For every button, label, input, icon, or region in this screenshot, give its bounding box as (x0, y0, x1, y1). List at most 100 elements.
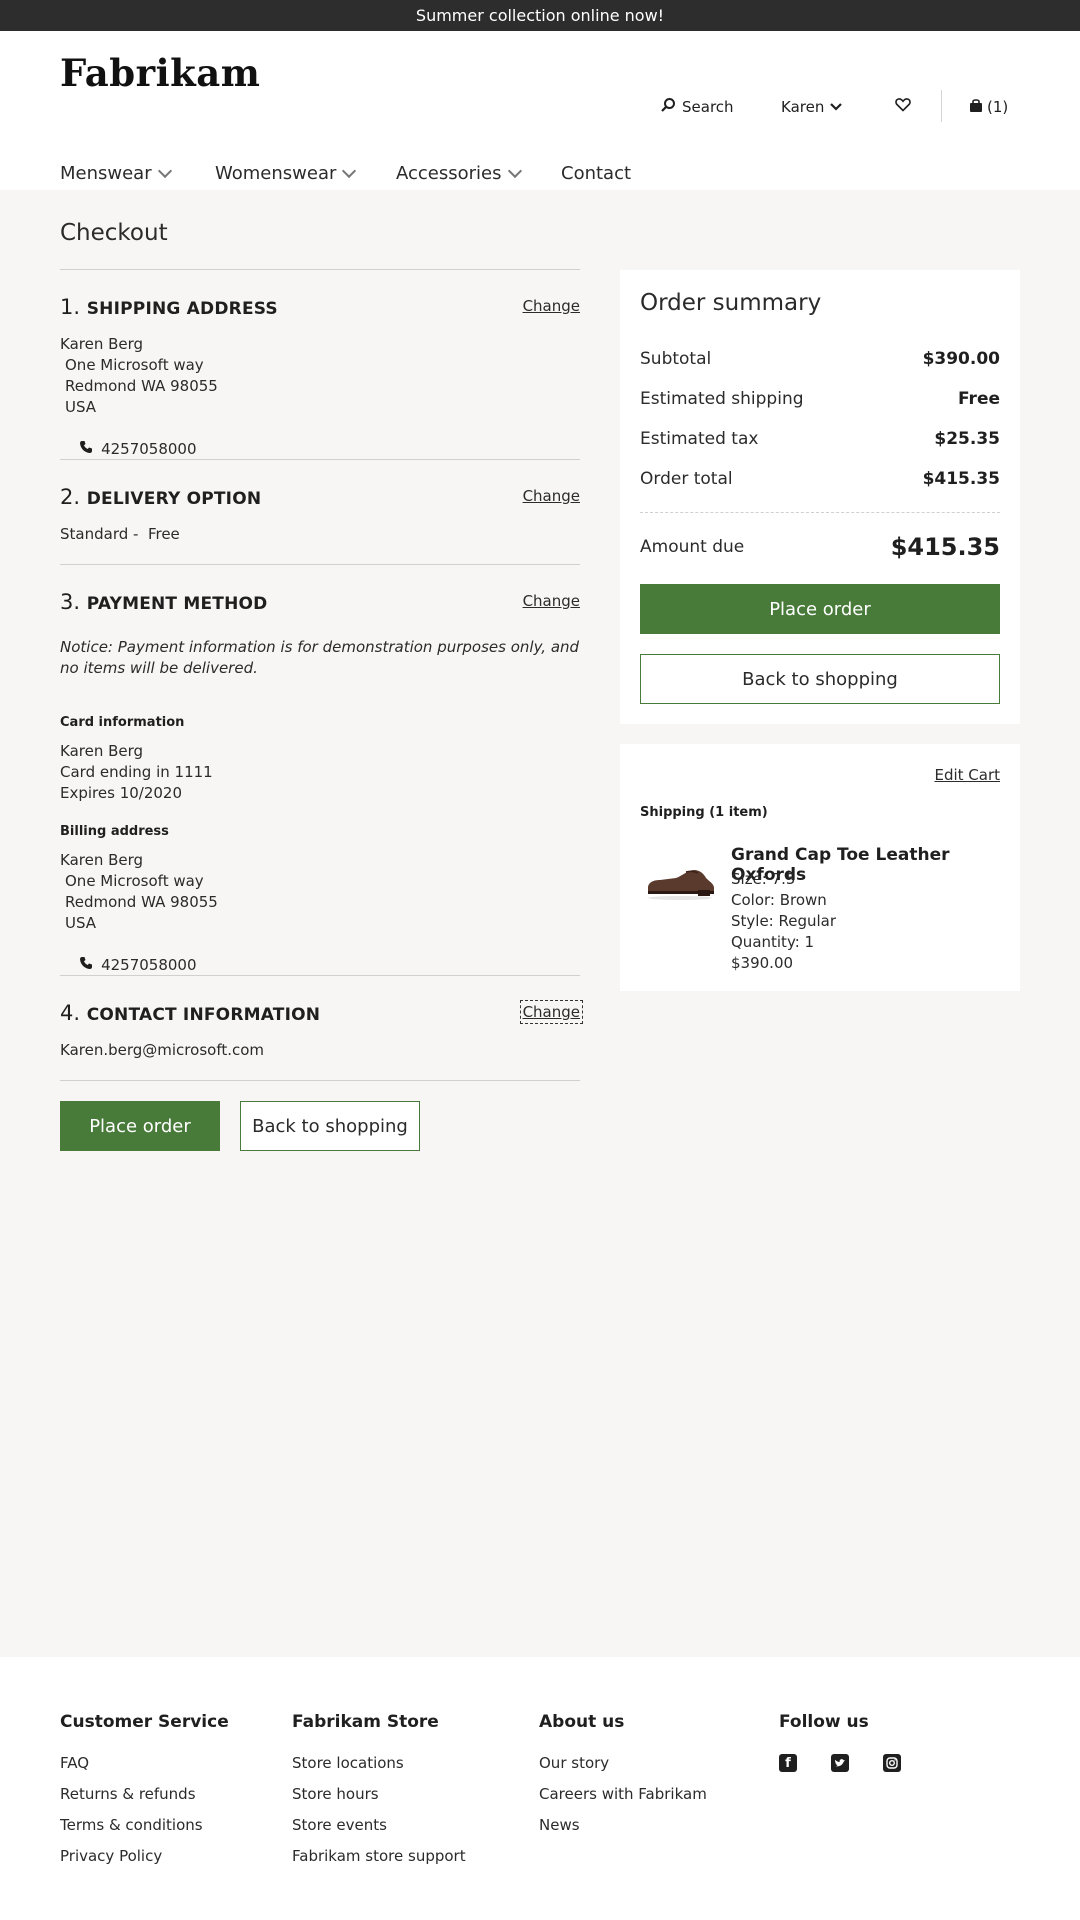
nav-item-label: Womenswear (215, 163, 337, 184)
summary-row-tax: Estimated tax $25.35 (640, 429, 1000, 449)
divider (60, 269, 580, 270)
summary-back-to-shopping-button[interactable]: Back to shopping (640, 654, 1000, 704)
shopping-bag-icon (969, 98, 983, 117)
card-ending: Card ending in 1111 (60, 763, 213, 781)
footer-link-news[interactable]: News (539, 1816, 707, 1837)
nav-item-label: Accessories (396, 163, 502, 184)
section-heading: CONTACT INFORMATION (86, 1005, 321, 1025)
product-quantity: Quantity: 1 (731, 933, 815, 951)
account-menu[interactable]: Karen (781, 87, 843, 127)
nav-item-womenswear[interactable]: Womenswear (215, 163, 357, 184)
chevron-down-icon (507, 163, 522, 178)
summary-value: $415.35 (922, 469, 1000, 489)
cart-count: (1) (987, 98, 1009, 116)
chevron-down-icon (830, 98, 843, 116)
payment-notice: Notice: Payment information is for demon… (60, 638, 580, 677)
search-label: Search (682, 98, 734, 116)
product-price: $390.00 (731, 954, 794, 972)
product-size: Size: 7.5 (731, 870, 796, 888)
footer-link-privacy[interactable]: Privacy Policy (60, 1847, 229, 1868)
nav-item-accessories[interactable]: Accessories (396, 163, 522, 184)
summary-label: Estimated shipping (640, 389, 804, 409)
divider (60, 459, 580, 460)
footer-link-store-locations[interactable]: Store locations (292, 1754, 466, 1775)
summary-divider (640, 512, 1000, 513)
footer-link-our-story[interactable]: Our story (539, 1754, 707, 1775)
summary-value: $25.35 (934, 429, 1000, 449)
section-title-payment: 3. PAYMENT METHOD (60, 590, 267, 614)
shipping-name: Karen Berg (60, 335, 144, 353)
back-to-shopping-button[interactable]: Back to shopping (240, 1101, 420, 1151)
footer-link-returns[interactable]: Returns & refunds (60, 1785, 229, 1806)
change-delivery-link[interactable]: Change (523, 487, 580, 505)
summary-row-shipping: Estimated shipping Free (640, 389, 1000, 409)
product-image[interactable] (640, 840, 720, 920)
site-logo[interactable]: Fabrikam (60, 51, 260, 95)
summary-label: Subtotal (640, 349, 712, 369)
summary-label: Amount due (640, 537, 745, 557)
product-style: Style: Regular (731, 912, 837, 930)
footer-column-about: About us Our story Careers with Fabrikam… (539, 1712, 707, 1847)
divider (60, 975, 580, 976)
footer-link-faq[interactable]: FAQ (60, 1754, 229, 1775)
chevron-down-icon (157, 163, 172, 178)
divider (60, 564, 580, 565)
billing-city: Redmond WA 98055 (65, 893, 218, 911)
section-title-contact: 4. CONTACT INFORMATION (60, 1001, 320, 1025)
footer-link-terms[interactable]: Terms & conditions (60, 1816, 229, 1837)
summary-place-order-button[interactable]: Place order (640, 584, 1000, 634)
footer-column-store: Fabrikam Store Store locations Store hou… (292, 1712, 466, 1878)
footer-column-customer-service: Customer Service FAQ Returns & refunds T… (60, 1712, 229, 1878)
instagram-icon[interactable] (883, 1754, 901, 1772)
phone-number: 4257058000 (101, 440, 197, 458)
card-name: Karen Berg (60, 742, 144, 760)
product-details: Size: 7.5 Color: Brown Style: Regular Qu… (731, 869, 836, 974)
nav-item-menswear[interactable]: Menswear (60, 163, 172, 184)
summary-label: Order total (640, 469, 733, 489)
footer-link-store-hours[interactable]: Store hours (292, 1785, 466, 1806)
nav-item-label: Contact (561, 163, 632, 184)
search-icon (660, 97, 676, 117)
footer-heading: Customer Service (60, 1712, 229, 1732)
billing-street: One Microsoft way (65, 872, 204, 890)
summary-row-total: Order total $415.35 (640, 469, 1000, 489)
place-order-button[interactable]: Place order (60, 1101, 220, 1151)
billing-name: Karen Berg (60, 851, 144, 869)
site-header: Fabrikam Search Karen (1) Menswear Women… (0, 31, 1080, 190)
card-expires: Expires 10/2020 (60, 784, 183, 802)
section-number: 3. (60, 590, 81, 614)
billing-address-heading: Billing address (60, 824, 169, 839)
section-heading: PAYMENT METHOD (86, 594, 268, 614)
product-color: Color: Brown (731, 891, 827, 909)
section-number: 1. (60, 295, 81, 319)
summary-label: Estimated tax (640, 429, 759, 449)
wishlist-button[interactable] (895, 86, 911, 126)
facebook-icon[interactable]: f (779, 1754, 797, 1772)
amount-due-value: $415.35 (890, 533, 1000, 561)
change-payment-link[interactable]: Change (523, 592, 580, 610)
social-links: f (779, 1754, 901, 1772)
search-button[interactable]: Search (660, 87, 734, 127)
phone-number: 4257058000 (101, 956, 197, 974)
edit-cart-link[interactable]: Edit Cart (934, 766, 1000, 784)
section-number: 4. (60, 1001, 81, 1025)
section-number: 2. (60, 485, 81, 509)
phone-icon (60, 418, 93, 481)
page-title: Checkout (60, 220, 168, 246)
footer-heading: Fabrikam Store (292, 1712, 439, 1732)
cart-shipping-heading: Shipping (1 item) (640, 805, 768, 820)
cart-button[interactable]: (1) (969, 87, 1008, 127)
summary-row-subtotal: Subtotal $390.00 (640, 349, 1000, 369)
change-shipping-link[interactable]: Change (523, 297, 580, 315)
footer-link-careers[interactable]: Careers with Fabrikam (539, 1785, 707, 1806)
nav-item-contact[interactable]: Contact (561, 163, 631, 184)
shipping-phone: 4257058000 (60, 418, 197, 481)
section-title-shipping: 1. SHIPPING ADDRESS (60, 295, 278, 319)
footer-link-store-events[interactable]: Store events (292, 1816, 466, 1837)
change-contact-link[interactable]: Change (519, 1000, 584, 1024)
twitter-icon[interactable] (831, 1754, 849, 1772)
footer-link-store-support[interactable]: Fabrikam store support (292, 1847, 466, 1868)
order-summary-card: Order summary Subtotal $390.00 Estimated… (620, 270, 1020, 724)
promo-banner-text: Summer collection online now! (415, 6, 665, 25)
footer-heading: Follow us (779, 1712, 869, 1732)
